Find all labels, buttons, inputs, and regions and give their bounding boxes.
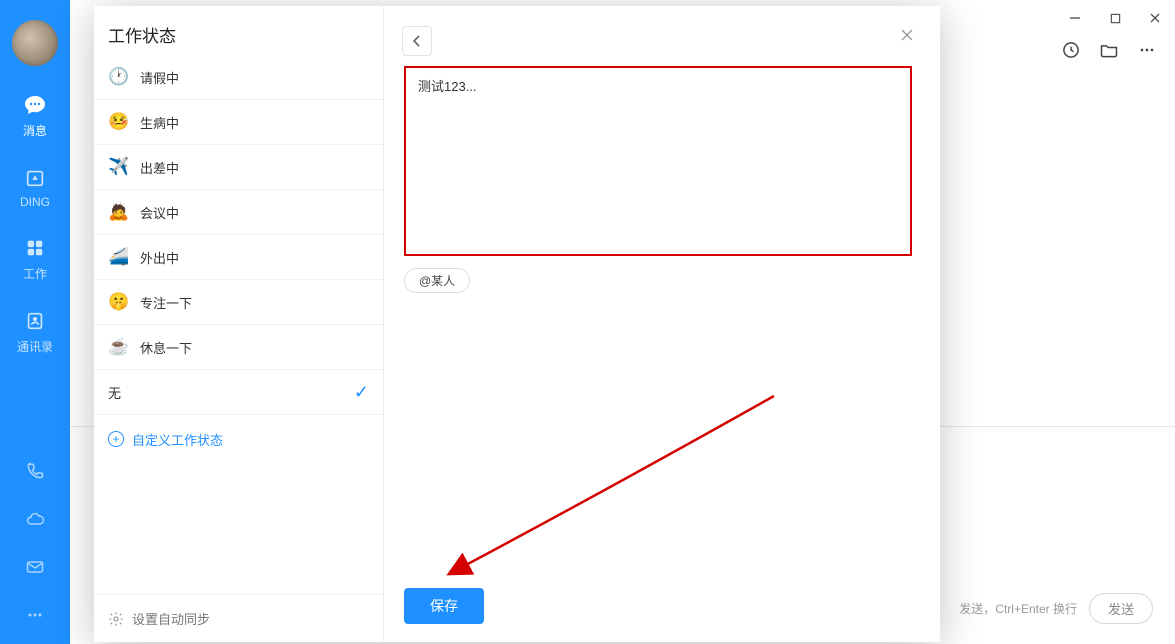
status-label: 专注一下 [140, 293, 192, 312]
annotation-arrow-icon [444, 386, 784, 586]
rail-item-messages[interactable]: 消息 [22, 92, 48, 139]
rail-item-ding[interactable]: DING [20, 165, 50, 209]
status-label: 请假中 [140, 68, 179, 87]
dialog-editor-panel: @某人 保存 [384, 6, 940, 642]
rail-label: 通讯录 [17, 338, 53, 355]
send-hint: 发送，Ctrl+Enter 换行 [959, 600, 1077, 617]
status-item-out[interactable]: 🚄 外出中 [94, 235, 383, 280]
person-bowing-icon: 🙇 [108, 202, 130, 222]
status-label: 出差中 [140, 158, 179, 177]
rail-item-work[interactable]: 工作 [22, 235, 48, 282]
dialog-status-list-panel: 工作状态 🕐 请假中 🤒 生病中 ✈️ 出差中 🙇 会议中 🚄 外出中 [94, 6, 384, 642]
plus-circle-icon: + [108, 431, 124, 447]
custom-status-label: 自定义工作状态 [132, 430, 223, 449]
save-button[interactable]: 保存 [404, 588, 484, 624]
mail-icon[interactable] [24, 556, 46, 578]
mention-someone-button[interactable]: @某人 [404, 268, 470, 293]
coffee-icon: ☕ [108, 337, 130, 357]
more-horizontal-icon[interactable] [1137, 40, 1157, 60]
status-label: 会议中 [140, 203, 179, 222]
dialog-title: 工作状态 [94, 22, 383, 55]
status-label: 生病中 [140, 113, 179, 132]
rail-label: DING [20, 195, 50, 209]
status-label: 休息一下 [140, 338, 192, 357]
window-minimize-button[interactable] [1055, 0, 1095, 36]
auto-sync-label: 设置自动同步 [132, 609, 210, 628]
cloud-icon[interactable] [24, 508, 46, 530]
work-status-dialog: 工作状态 🕐 请假中 🤒 生病中 ✈️ 出差中 🙇 会议中 🚄 外出中 [94, 6, 940, 642]
back-button[interactable] [402, 26, 432, 56]
airplane-icon: ✈️ [108, 157, 130, 177]
clock-icon: 🕐 [108, 67, 130, 87]
folder-icon[interactable] [1099, 40, 1119, 60]
custom-status-button[interactable]: + 自定义工作状态 [94, 415, 383, 463]
window-maximize-button[interactable] [1095, 0, 1135, 36]
window-close-button[interactable] [1135, 0, 1175, 36]
apps-icon [22, 235, 48, 261]
send-bar: 发送，Ctrl+Enter 换行 发送 [959, 593, 1153, 624]
rail-label: 消息 [23, 122, 47, 139]
check-icon: ✓ [354, 382, 369, 403]
status-item-sick[interactable]: 🤒 生病中 [94, 100, 383, 145]
rail-item-contacts[interactable]: 通讯录 [17, 308, 53, 355]
send-button[interactable]: 发送 [1089, 593, 1153, 624]
chat-icon [22, 92, 48, 118]
status-text-editor-wrapper [404, 66, 912, 256]
status-item-on-leave[interactable]: 🕐 请假中 [94, 55, 383, 100]
rail-label: 工作 [23, 265, 47, 282]
status-label: 外出中 [140, 248, 179, 267]
auto-sync-settings-button[interactable]: 设置自动同步 [94, 594, 383, 642]
train-icon: 🚄 [108, 247, 130, 267]
status-item-rest[interactable]: ☕ 休息一下 [94, 325, 383, 370]
shushing-face-icon: 🤫 [108, 292, 130, 312]
status-label: 无 [108, 383, 121, 402]
phone-icon[interactable] [24, 460, 46, 482]
sick-face-icon: 🤒 [108, 112, 130, 132]
status-item-focus[interactable]: 🤫 专注一下 [94, 280, 383, 325]
window-controls [1055, 0, 1175, 36]
status-item-business-trip[interactable]: ✈️ 出差中 [94, 145, 383, 190]
history-icon[interactable] [1061, 40, 1081, 60]
status-text-input[interactable] [418, 76, 898, 246]
status-item-meeting[interactable]: 🙇 会议中 [94, 190, 383, 235]
app-left-rail: 消息 DING 工作 通讯录 [0, 0, 70, 644]
more-icon[interactable] [24, 604, 46, 626]
status-item-none[interactable]: 无 ✓ [94, 370, 383, 415]
toolbar-icons [1061, 40, 1157, 60]
user-avatar[interactable] [12, 20, 58, 66]
contacts-icon [22, 308, 48, 334]
calendar-icon [22, 165, 48, 191]
gear-icon [108, 611, 124, 627]
